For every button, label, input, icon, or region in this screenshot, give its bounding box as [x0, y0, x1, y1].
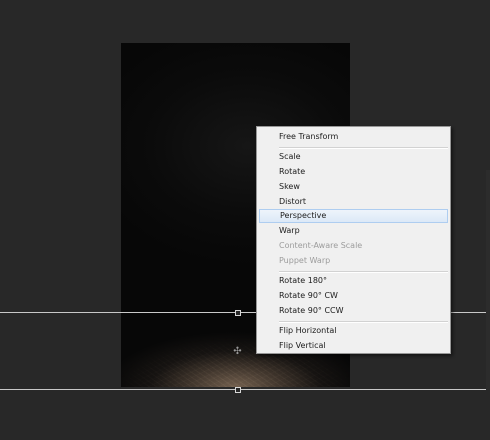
menu-item-skew[interactable]: Skew: [259, 180, 448, 194]
reference-point-icon[interactable]: ✣: [233, 347, 242, 357]
menu-item-rotate-90-cw[interactable]: Rotate 90° CW: [259, 289, 448, 303]
menu-item-perspective[interactable]: Perspective: [259, 209, 448, 223]
menu-item-warp[interactable]: Warp: [259, 224, 448, 238]
transform-handle-top[interactable]: [235, 310, 241, 316]
canvas-workspace[interactable]: ✣ Free Transform Scale Rotate Skew Disto…: [0, 0, 490, 440]
menu-item-free-transform[interactable]: Free Transform: [259, 130, 448, 144]
menu-item-scale[interactable]: Scale: [259, 150, 448, 164]
panel-edge: [486, 170, 490, 390]
menu-separator: [279, 271, 448, 273]
menu-item-flip-vertical[interactable]: Flip Vertical: [259, 339, 448, 353]
menu-item-puppet-warp: Puppet Warp: [279, 256, 331, 265]
transform-handle-bottom[interactable]: [235, 387, 241, 393]
transform-bounding-bottom-edge[interactable]: [0, 389, 490, 390]
menu-item-rotate-180[interactable]: Rotate 180°: [259, 274, 448, 288]
transform-context-menu: Free Transform Scale Rotate Skew Distort…: [256, 126, 451, 354]
menu-item-rotate-90-ccw[interactable]: Rotate 90° CCW: [259, 304, 448, 318]
menu-separator: [279, 321, 448, 323]
menu-item-distort[interactable]: Distort: [259, 195, 448, 209]
menu-item-rotate[interactable]: Rotate: [259, 165, 448, 179]
menu-separator: [279, 147, 448, 149]
menu-item-content-aware-scale: Content-Aware Scale: [279, 241, 363, 250]
menu-item-flip-horizontal[interactable]: Flip Horizontal: [259, 324, 448, 338]
